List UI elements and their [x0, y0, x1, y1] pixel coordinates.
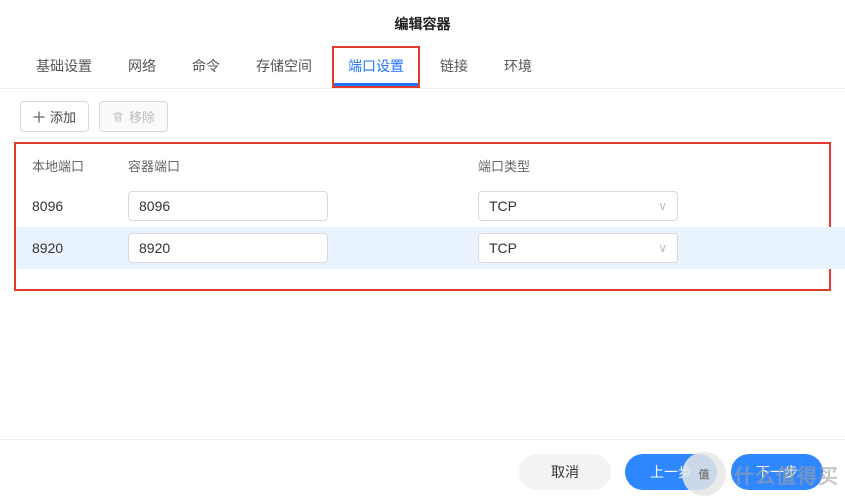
port-type-select[interactable]: TCP ∨ — [478, 191, 678, 221]
table-row[interactable]: 8920 TCP ∨ — [16, 227, 845, 269]
container-port-input[interactable] — [128, 233, 328, 263]
local-port-value: 8096 — [28, 198, 128, 214]
port-type-select[interactable]: TCP ∨ — [478, 233, 678, 263]
tab-command[interactable]: 命令 — [176, 46, 236, 88]
chevron-down-icon: ∨ — [658, 199, 667, 213]
plus-icon — [33, 111, 45, 123]
header-container-port: 容器端口 — [128, 156, 478, 175]
prev-button[interactable]: 上一步 — [625, 454, 717, 490]
next-button[interactable]: 下一步 — [731, 454, 823, 490]
toolbar: 添加 移除 — [0, 89, 845, 142]
dialog-title: 编辑容器 — [0, 0, 845, 46]
port-type-value: TCP — [489, 198, 517, 214]
remove-button[interactable]: 移除 — [99, 101, 168, 132]
add-button[interactable]: 添加 — [20, 101, 89, 132]
add-button-label: 添加 — [50, 107, 76, 126]
table-row[interactable]: 8096 TCP ∨ — [22, 185, 823, 227]
tab-storage[interactable]: 存储空间 — [240, 46, 328, 88]
header-local-port: 本地端口 — [28, 156, 128, 175]
tab-env[interactable]: 环境 — [488, 46, 548, 88]
tab-ports[interactable]: 端口设置 — [332, 46, 420, 88]
tab-links[interactable]: 链接 — [424, 46, 484, 88]
dialog-footer: 取消 上一步 下一步 — [0, 439, 845, 504]
tab-network[interactable]: 网络 — [112, 46, 172, 88]
table-header: 本地端口 容器端口 端口类型 — [22, 152, 823, 185]
tab-basic[interactable]: 基础设置 — [20, 46, 108, 88]
local-port-value: 8920 — [28, 240, 128, 256]
remove-button-label: 移除 — [129, 107, 155, 126]
cancel-button[interactable]: 取消 — [519, 454, 611, 490]
port-type-value: TCP — [489, 240, 517, 256]
port-settings-panel: 本地端口 容器端口 端口类型 8096 TCP ∨ 8920 TCP ∨ — [14, 142, 831, 291]
tabs: 基础设置 网络 命令 存储空间 端口设置 链接 环境 — [0, 46, 845, 89]
trash-icon — [112, 111, 124, 123]
container-port-input[interactable] — [128, 191, 328, 221]
header-port-type: 端口类型 — [478, 156, 817, 175]
chevron-down-icon: ∨ — [658, 241, 667, 255]
